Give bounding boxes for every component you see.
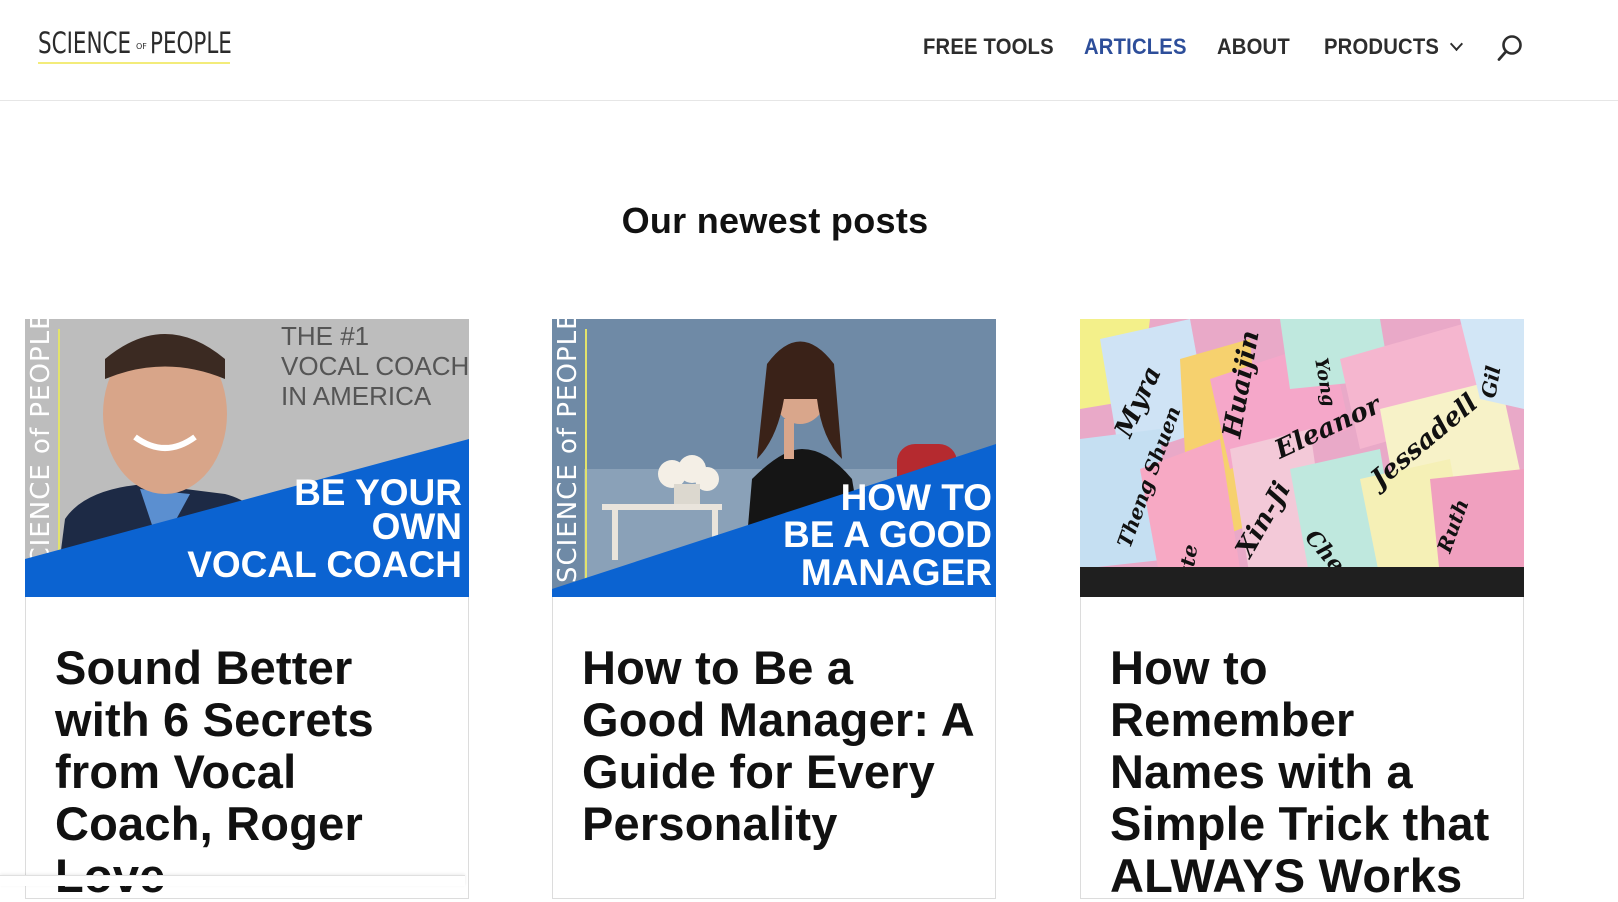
image-top-text-3: IN AMERICA (281, 381, 432, 411)
post-thumbnail[interactable]: SCIENCE of PEOPLE HOW TO BE A GOOD MANAG… (552, 319, 996, 597)
post-card[interactable]: Myra Huaijin Eleanor Jessadell Theng Shu… (1080, 319, 1524, 902)
nav-products[interactable]: PRODUCTS (1324, 34, 1464, 60)
image-top-text-2: VOCAL COACH (281, 351, 469, 381)
image-banner-text-2: BE A GOOD (783, 514, 992, 555)
nav-free-tools[interactable]: FREE TOOLS (923, 34, 1054, 60)
post-card[interactable]: SCIENCE of PEOPLE HOW TO BE A GOOD MANAG… (552, 319, 996, 899)
nav-about[interactable]: ABOUT (1217, 34, 1290, 60)
post-title[interactable]: How to Be a Good Manager: A Guide for Ev… (582, 642, 982, 850)
image-banner-text-3: MANAGER (801, 552, 992, 593)
search-icon[interactable] (1497, 34, 1523, 62)
section-title: Our newest posts (621, 200, 929, 241)
image-banner-text-1: HOW TO (841, 477, 992, 518)
post-thumbnail[interactable]: SCIENCE of PEOPLE THE #1 VOCAL COACH IN … (25, 319, 469, 597)
site-header: SCIENCE OF PEOPLE FREE TOOLS ARTICLES AB… (0, 0, 1618, 101)
post-card[interactable]: SCIENCE of PEOPLE THE #1 VOCAL COACH IN … (25, 319, 469, 902)
cookie-banner-edge (0, 875, 465, 886)
image-top-text-1: THE #1 (281, 321, 369, 351)
chevron-down-icon (1450, 36, 1464, 52)
nav-articles[interactable]: ARTICLES (1084, 34, 1187, 60)
image-brand-text: SCIENCE of PEOPLE (553, 319, 583, 583)
image-brand-text: SCIENCE of PEOPLE (26, 319, 56, 583)
post-title[interactable]: How to Remember Names with a Simple Tric… (1110, 642, 1510, 902)
image-banner-text-3: VOCAL COACH (187, 544, 462, 585)
main-nav: FREE TOOLS ARTICLES ABOUT PRODUCTS (0, 34, 1618, 64)
post-thumbnail[interactable]: Myra Huaijin Eleanor Jessadell Theng Shu… (1080, 319, 1524, 597)
image-banner-text-2: OWN (372, 506, 462, 547)
nav-products-label: PRODUCTS (1324, 34, 1440, 59)
post-title[interactable]: Sound Better with 6 Secrets from Vocal C… (55, 642, 455, 902)
